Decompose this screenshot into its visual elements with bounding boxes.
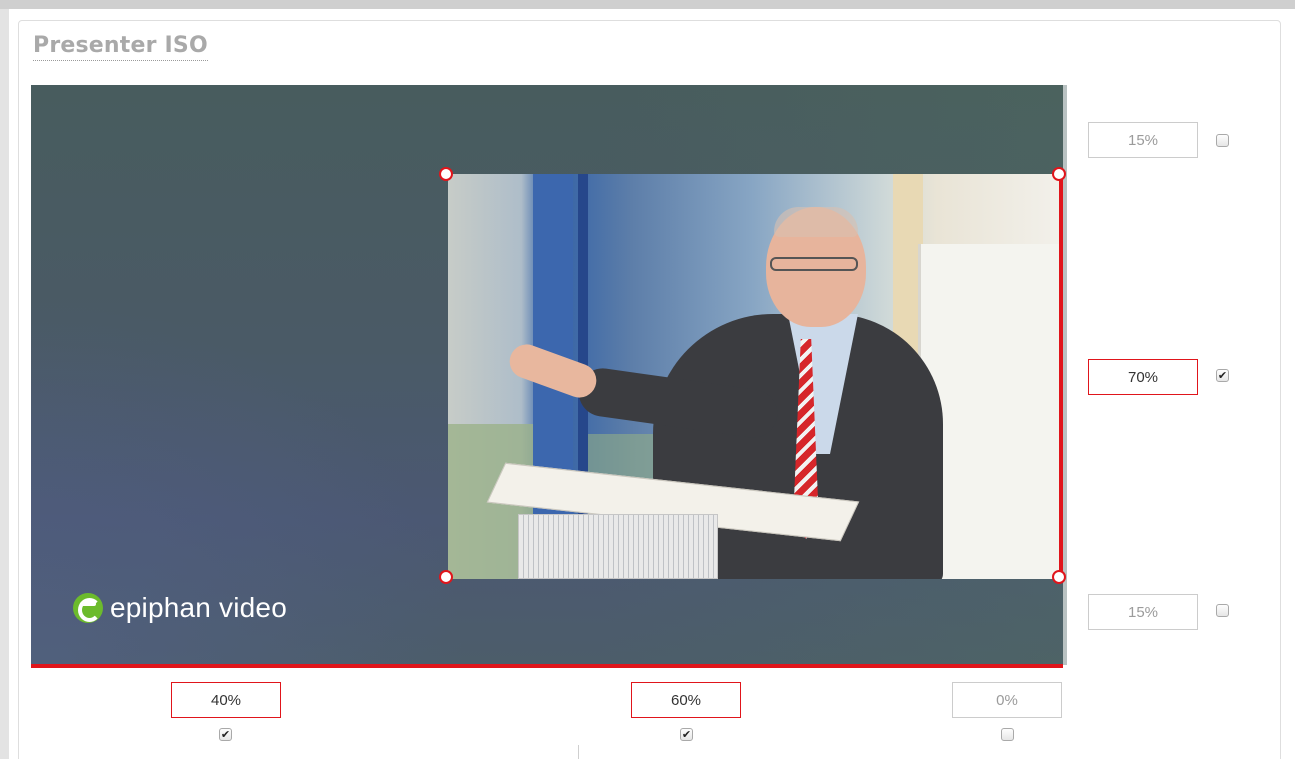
resize-handle-top-right[interactable] bbox=[1052, 167, 1066, 181]
height-checkbox[interactable]: ✔ bbox=[1216, 369, 1229, 382]
top-rule bbox=[0, 0, 1295, 9]
height-input[interactable]: 70% bbox=[1088, 359, 1198, 395]
brand-text: epiphan video bbox=[110, 592, 287, 623]
photo-podium-body bbox=[518, 514, 718, 579]
resize-handle-top-left[interactable] bbox=[439, 167, 453, 181]
presenter-source-image[interactable] bbox=[448, 174, 1059, 579]
left-margin-checkbox[interactable]: ✔ bbox=[219, 728, 232, 741]
region-right-edge[interactable] bbox=[1059, 174, 1063, 579]
bottom-margin-checkbox[interactable] bbox=[1216, 604, 1229, 617]
right-margin-checkbox[interactable] bbox=[1001, 728, 1014, 741]
bottom-margin-input[interactable]: 15% bbox=[1088, 594, 1198, 630]
resize-handle-bottom-right[interactable] bbox=[1052, 570, 1066, 584]
right-margin-input[interactable]: 0% bbox=[952, 682, 1062, 718]
epiphan-logo-icon bbox=[73, 593, 103, 623]
left-margin-input[interactable]: 40% bbox=[171, 682, 281, 718]
width-input[interactable]: 60% bbox=[631, 682, 741, 718]
photo-presenter-glasses bbox=[770, 257, 858, 271]
resize-handle-bottom-left[interactable] bbox=[439, 570, 453, 584]
left-rule bbox=[0, 9, 9, 759]
region-bottom-edge[interactable] bbox=[31, 664, 1063, 668]
top-margin-input[interactable]: 15% bbox=[1088, 122, 1198, 158]
width-checkbox[interactable]: ✔ bbox=[680, 728, 693, 741]
epiphan-brand: epiphan video bbox=[73, 592, 287, 624]
column-divider bbox=[578, 745, 579, 759]
panel-title: Presenter ISO bbox=[33, 33, 208, 61]
top-margin-checkbox[interactable] bbox=[1216, 134, 1229, 147]
